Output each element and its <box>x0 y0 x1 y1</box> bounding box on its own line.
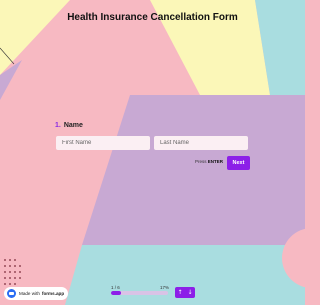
question-label: Name <box>63 122 83 129</box>
brand-name: forms.app <box>41 291 65 296</box>
made-with-text: Made with <box>19 291 40 296</box>
progress-bar <box>111 291 168 295</box>
arrow-down-icon[interactable]: ↓ <box>185 287 195 298</box>
question-navigation: ↑ ↓ <box>175 287 195 298</box>
progress-fill <box>111 291 121 295</box>
background-shapes <box>0 0 305 305</box>
arrow-up-icon[interactable]: ↑ <box>175 287 185 298</box>
question-number: 1. <box>55 122 61 129</box>
form-title: Health Insurance Cancellation Form <box>67 12 238 23</box>
enter-key-label: ENTER <box>207 159 223 164</box>
press-enter-hint: Press ENTER <box>178 159 223 164</box>
last-name-input[interactable] <box>154 136 248 150</box>
first-name-input[interactable] <box>56 136 150 150</box>
next-button[interactable]: Next <box>227 156 250 170</box>
progress-count: 1 / 6 <box>111 285 120 290</box>
press-prefix: Press <box>194 159 207 164</box>
forms-app-logo-icon <box>7 289 16 298</box>
progress-percent: 17% <box>160 285 170 290</box>
made-with-badge[interactable]: Made with forms.app <box>4 287 68 300</box>
question-name: 1. Name <box>55 122 83 129</box>
